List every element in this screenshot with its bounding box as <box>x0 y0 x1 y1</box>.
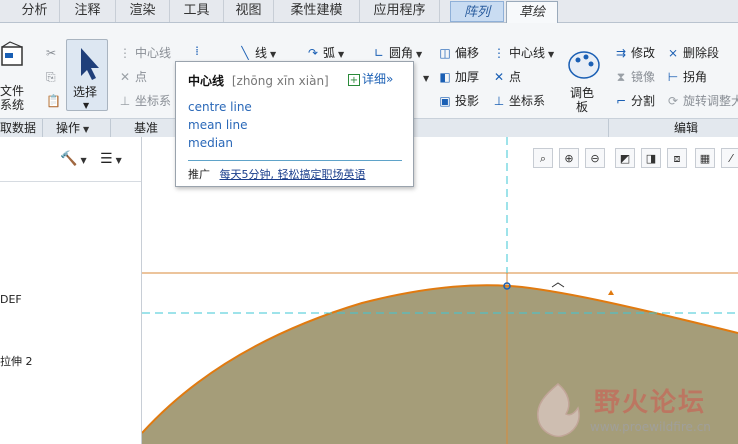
delete-segment-button[interactable]: ⨯ 删除段 <box>666 45 719 61</box>
rotate-resize-icon: ⟳ <box>667 94 679 108</box>
corner-button[interactable]: ⊢ 拐角 <box>666 69 707 85</box>
centerline-button[interactable]: ⋮ 中心线 ▼ <box>492 45 554 63</box>
thicken-button[interactable]: ◧ 加厚 <box>438 69 479 85</box>
zoom-out-icon[interactable]: ⊖ <box>585 148 605 168</box>
tooltip-header: 中心线 [zhōng xīn xiàn] <box>188 72 329 89</box>
model-tree-panel: 🔨 ▼ ☰ ▼ DEF 拉伸 2 <box>0 137 142 444</box>
coord-sys-button[interactable]: ⊥ 坐标系 <box>492 93 545 109</box>
point-datum-button[interactable]: ✕ 点 <box>118 69 147 85</box>
tree-item-def[interactable]: DEF <box>0 293 22 306</box>
coordinate-system-icon: ⊥ <box>493 94 505 108</box>
point-icon: ✕ <box>493 70 505 84</box>
ribbon-tab-bar: 分析 注释 渲染 工具 视图 柔性建模 应用程序 阵列 草绘 <box>0 0 738 23</box>
tooltip-divider <box>188 160 402 161</box>
rotate-resize-button[interactable]: ⟳旋转调整大小 <box>666 93 738 109</box>
refit-icon[interactable]: ⌕ <box>533 148 553 168</box>
tab-tools[interactable]: 工具 <box>170 0 224 22</box>
tab-render[interactable]: 渲染 <box>116 0 170 22</box>
mirror-icon: ⧗ <box>616 70 626 84</box>
group-separator <box>608 119 609 137</box>
group-operations[interactable]: 操作 ▼ <box>56 119 89 137</box>
select-button[interactable]: 选择 ▼ <box>66 39 108 111</box>
tab-applications[interactable]: 应用程序 <box>360 0 440 22</box>
centerline-icon: ⋮ <box>493 46 505 60</box>
divide-button[interactable]: ⌐ 分割 <box>614 93 655 109</box>
group-separator <box>110 119 111 137</box>
saved-orientations-icon[interactable]: ⧈ <box>667 148 687 168</box>
project-icon: ▣ <box>439 94 451 108</box>
modify-icon: ⇉ <box>615 46 627 60</box>
group-separator <box>42 119 43 137</box>
file-system-icon <box>0 41 26 69</box>
tooltip-definition[interactable]: centre line <box>188 100 252 114</box>
modify-button[interactable]: ⇉ 修改 <box>614 45 655 61</box>
palette-icon <box>568 51 600 79</box>
tab-view[interactable]: 视图 <box>224 0 274 22</box>
corner-icon: ⊢ <box>667 70 679 84</box>
tab-flexible-modeling[interactable]: 柔性建模 <box>274 0 360 22</box>
divide-icon: ⌐ <box>615 94 627 108</box>
repaint-icon[interactable]: ◩ <box>615 148 635 168</box>
construction-mode-button[interactable]: ⁞ <box>190 43 207 59</box>
fillet-icon: ∟ <box>373 46 385 60</box>
constraint-marker <box>608 290 614 295</box>
offset-button[interactable]: ◫ 偏移 <box>438 45 479 61</box>
point-icon: ✕ <box>119 70 131 84</box>
delete-segment-icon: ⨯ <box>667 46 679 60</box>
watermark-title: 野火论坛 <box>594 388 707 418</box>
tab-analysis[interactable]: 分析 <box>10 0 60 22</box>
copy-icon[interactable]: ⎘ <box>46 69 56 85</box>
model-tree-toolbar: 🔨 ▼ ☰ ▼ <box>0 137 141 182</box>
zoom-in-icon[interactable]: ⊕ <box>559 148 579 168</box>
palette-label-2: 板 <box>576 100 589 114</box>
add-icon: + <box>348 74 360 86</box>
cut-icon[interactable]: ✂ <box>46 45 56 61</box>
offset-icon: ◫ <box>439 46 451 60</box>
coordinate-system-icon: ⊥ <box>119 94 131 108</box>
palette-button[interactable]: 调色 板 <box>564 43 604 114</box>
line-icon: ╲ <box>241 46 249 60</box>
thicken-icon: ◧ <box>439 70 451 84</box>
promo-link[interactable]: 每天5分钟, 轻松搞定职场英语 <box>220 168 366 181</box>
tab-pattern[interactable]: 阵列 <box>450 1 504 22</box>
tooltip-pinyin: [zhōng xīn xiàn] <box>231 74 329 88</box>
mirror-button[interactable]: ⧗ 镜像 <box>614 69 655 85</box>
tree-settings-icon[interactable]: 🔨 ▼ <box>60 151 87 167</box>
tab-annotate[interactable]: 注释 <box>60 0 116 22</box>
constraint-marker <box>551 282 565 288</box>
project-button[interactable]: ▣ 投影 <box>438 93 479 109</box>
dictionary-tooltip: 中心线 [zhōng xīn xiàn] + 详细» centre line me… <box>175 61 414 187</box>
tooltip-word: 中心线 <box>188 74 225 88</box>
flame-logo-icon <box>537 383 580 438</box>
file-system-label-2[interactable]: 系统 <box>0 97 24 113</box>
point-button[interactable]: ✕ 点 <box>492 69 521 85</box>
view-manager-icon[interactable]: ▦ <box>695 148 715 168</box>
construction-icon: ⁞ <box>195 44 199 58</box>
display-style-icon[interactable]: ◨ <box>641 148 661 168</box>
coord-sys-datum-button[interactable]: ⊥ 坐标系 <box>118 93 171 109</box>
datum-display-icon[interactable]: ⁄ <box>721 148 738 168</box>
group-edit[interactable]: 编辑 <box>674 119 698 137</box>
tooltip-detail-link[interactable]: + 详细» <box>348 70 393 87</box>
centerline-datum-button[interactable]: ⋮ 中心线 <box>118 45 171 61</box>
more-dropdown-icon[interactable]: ▼ <box>420 69 429 87</box>
tree-filter-icon[interactable]: ☰ ▼ <box>100 151 122 167</box>
tooltip-promo: 推广 每天5分钟, 轻松搞定职场英语 <box>188 166 366 182</box>
promo-label: 推广 <box>188 168 210 181</box>
tree-item-extrude[interactable]: 拉伸 2 <box>0 353 33 369</box>
watermark-url: www.proewildfire.cn <box>590 420 711 434</box>
tooltip-definition[interactable]: mean line <box>188 118 248 132</box>
select-arrow-icon <box>81 48 99 80</box>
centerline-icon: ⋮ <box>119 46 131 60</box>
tooltip-definition[interactable]: median <box>188 136 233 150</box>
tab-sketch[interactable]: 草绘 <box>506 1 558 23</box>
group-datum[interactable]: 基准 <box>134 119 158 137</box>
forum-watermark: 野火论坛 www.proewildfire.cn <box>528 376 738 444</box>
paste-icon[interactable]: 📋 <box>46 93 61 109</box>
arc-icon: ↷ <box>307 46 319 60</box>
group-get-data[interactable]: 取数据 <box>0 119 36 137</box>
select-dropdown-icon: ▼ <box>83 101 90 110</box>
